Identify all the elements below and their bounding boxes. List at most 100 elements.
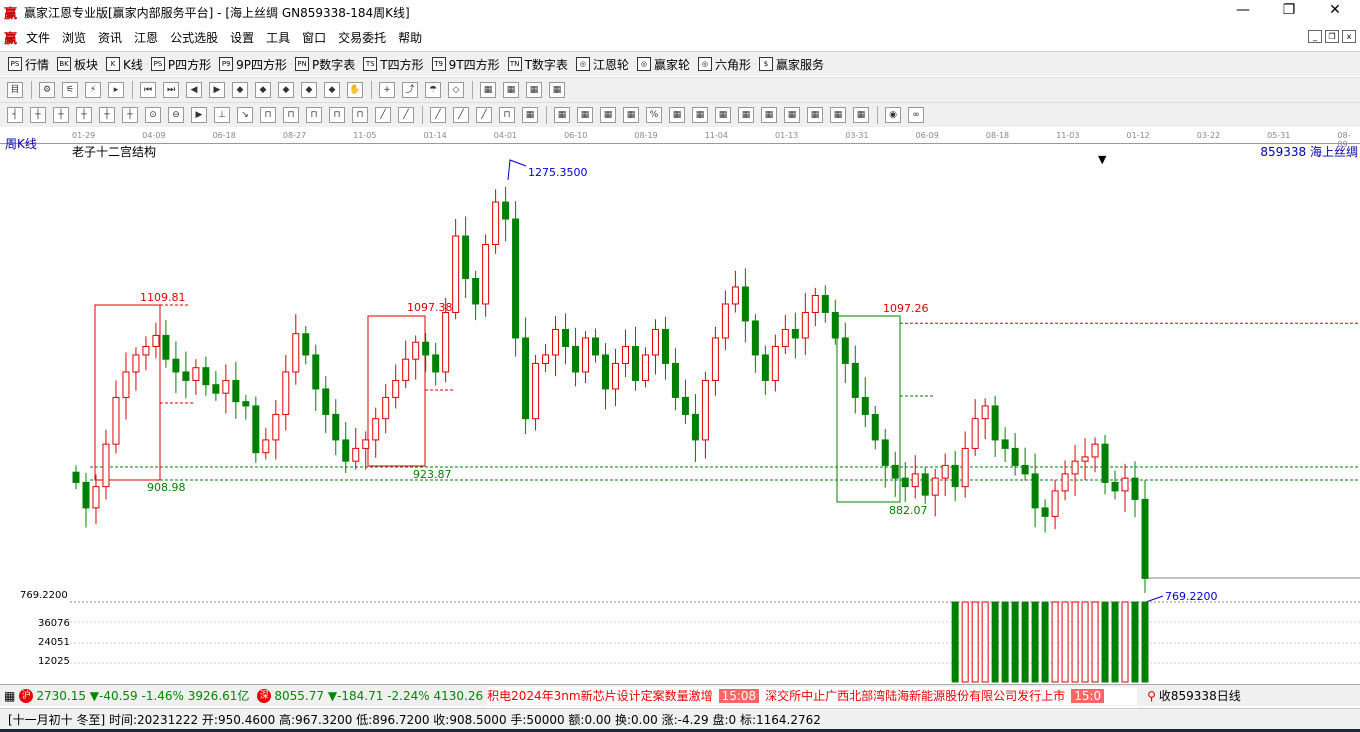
tool-icon[interactable]: ⊓ [329, 107, 345, 123]
toolbar-button[interactable]: $ 赢家服务 [758, 56, 824, 73]
tool-icon[interactable]: ▦ [669, 107, 685, 123]
tool-icon[interactable]: ▦ [784, 107, 800, 123]
tool-icon[interactable]: ▦ [526, 82, 542, 98]
tool-icon[interactable]: ▦ [480, 82, 496, 98]
tool-icon[interactable]: ┤ [7, 107, 23, 123]
tool-icon[interactable]: ⊙ [145, 107, 161, 123]
tool-icon[interactable]: ⚡ [85, 82, 101, 98]
menu-item[interactable]: 江恩 [134, 29, 158, 46]
menu-item[interactable]: 交易委托 [338, 29, 386, 46]
tool-icon[interactable]: ⊓ [352, 107, 368, 123]
tool-icon[interactable]: ☂ [425, 82, 441, 98]
tool-icon[interactable]: ▦ [715, 107, 731, 123]
tool-icon[interactable]: ⏮ [140, 82, 156, 98]
toolbar-button[interactable]: TS T四方形 [363, 56, 424, 73]
mdi-close-button[interactable]: x [1342, 30, 1356, 43]
minimize-button[interactable]: — [1228, 2, 1258, 18]
tool-icon[interactable]: ◇ [448, 82, 464, 98]
toolbar-button[interactable]: PS 行情 [8, 56, 49, 73]
tool-icon[interactable]: ╱ [453, 107, 469, 123]
tool-icon[interactable]: ▦ [623, 107, 639, 123]
tool-icon[interactable]: ╱ [375, 107, 391, 123]
toolbar-button[interactable]: PN P数字表 [295, 56, 355, 73]
tool-icon[interactable]: ▦ [807, 107, 823, 123]
menu-item[interactable]: 帮助 [398, 29, 422, 46]
tool-icon[interactable]: ◆ [232, 82, 248, 98]
mdi-minimize-button[interactable]: _ [1308, 30, 1322, 43]
news-item[interactable]: 积电2024年3nm新芯片设计定案数量激增 [487, 689, 712, 703]
menu-item[interactable]: 文件 [26, 29, 50, 46]
tool-icon[interactable]: ⊥ [214, 107, 230, 123]
menu-item[interactable]: 窗口 [302, 29, 326, 46]
toolbar-button[interactable]: TN T数字表 [507, 56, 568, 73]
tool-icon[interactable]: ⏭ [163, 82, 179, 98]
kline-chart[interactable]: 1109.81908.981097.38923.871097.26882.071… [0, 144, 1360, 684]
tool-icon[interactable]: ▦ [761, 107, 777, 123]
tool-icon[interactable]: ⊓ [283, 107, 299, 123]
tool-icon[interactable]: ⊓ [260, 107, 276, 123]
tool-icon[interactable]: ▦ [554, 107, 570, 123]
tool-icon[interactable]: ◀ [186, 82, 202, 98]
menu-item[interactable]: 公式选股 [170, 29, 218, 46]
date-tick: 08-19 [634, 131, 658, 140]
tool-icon[interactable]: ┼ [76, 107, 92, 123]
tool-icon[interactable]: ◆ [324, 82, 340, 98]
menu-item[interactable]: 浏览 [62, 29, 86, 46]
tool-icon[interactable]: ▦ [577, 107, 593, 123]
menu-item[interactable]: 设置 [230, 29, 254, 46]
tool-icon[interactable]: ∞ [908, 107, 924, 123]
tool-icon[interactable]: ▦ [600, 107, 616, 123]
toolbar-button[interactable]: BK 板块 [57, 56, 98, 73]
tool-icon[interactable]: ◆ [278, 82, 294, 98]
sz-index[interactable]: 8055.77 ▼-184.71 -2.24% 4130.26 [274, 689, 483, 703]
tool-icon[interactable]: ▦ [830, 107, 846, 123]
tool-icon[interactable]: ▶ [191, 107, 207, 123]
tool-icon[interactable]: ✋ [347, 82, 363, 98]
tool-icon[interactable]: ▦ [738, 107, 754, 123]
tool-icon[interactable]: ┼ [53, 107, 69, 123]
tool-icon[interactable]: ┼ [99, 107, 115, 123]
toolbar-button[interactable]: P9 9P四方形 [219, 56, 287, 73]
menu-item[interactable]: 资讯 [98, 29, 122, 46]
toolbar-button[interactable]: ◎ 六角形 [697, 56, 751, 73]
toolbar-icon: ◎ [636, 57, 651, 71]
tool-icon[interactable]: ⚙ [39, 82, 55, 98]
sh-index[interactable]: 2730.15 ▼-40.59 -1.46% 3926.61亿 [36, 687, 249, 704]
tool-icon[interactable]: ↘ [237, 107, 253, 123]
tool-icon[interactable]: ◆ [301, 82, 317, 98]
maximize-button[interactable]: ❐ [1274, 2, 1304, 18]
grid-icon[interactable]: ▦ [4, 689, 15, 703]
tool-icon[interactable]: % [646, 107, 662, 123]
tool-icon[interactable]: ⊓ [499, 107, 515, 123]
tool-icon[interactable]: ┼ [30, 107, 46, 123]
toolbar-button[interactable]: K K线 [106, 56, 143, 73]
tool-icon[interactable]: ╱ [476, 107, 492, 123]
toolbar-button[interactable]: ◎ 江恩轮 [575, 56, 629, 73]
toolbar-button[interactable]: PS P四方形 [150, 56, 211, 73]
tool-icon[interactable]: ▦ [503, 82, 519, 98]
news-item[interactable]: 深交所中止广西北部湾陆海新能源股份有限公司发行上市 [765, 689, 1065, 703]
tool-icon[interactable]: ▦ [853, 107, 869, 123]
tool-icon[interactable]: ▦ [522, 107, 538, 123]
close-button[interactable]: ✕ [1320, 2, 1350, 18]
tool-icon[interactable]: ▸ [108, 82, 124, 98]
tool-icon[interactable]: 目 [7, 82, 23, 98]
tool-icon[interactable]: ⊓ [306, 107, 322, 123]
tool-icon[interactable]: ╱ [398, 107, 414, 123]
tool-icon[interactable]: ▶ [209, 82, 225, 98]
menu-item[interactable]: 工具 [266, 29, 290, 46]
tool-icon[interactable]: ⚟ [62, 82, 78, 98]
toolbar-button[interactable]: ◎ 赢家轮 [636, 56, 690, 73]
tool-icon[interactable]: ⤴ [402, 82, 418, 98]
news-ticker[interactable]: 积电2024年3nm新芯片设计定案数量激增 15:08 深交所中止广西北部湾陆海新能… [487, 686, 1138, 705]
tool-icon[interactable]: ┼ [122, 107, 138, 123]
toolbar-button[interactable]: T9 9T四方形 [431, 56, 500, 73]
tool-icon[interactable]: ▦ [692, 107, 708, 123]
tool-icon[interactable]: ╱ [430, 107, 446, 123]
tool-icon[interactable]: ◉ [885, 107, 901, 123]
tool-icon[interactable]: ▦ [549, 82, 565, 98]
mdi-restore-button[interactable]: ❐ [1325, 30, 1339, 43]
tool-icon[interactable]: ⊖ [168, 107, 184, 123]
tool-icon[interactable]: ◆ [255, 82, 271, 98]
tool-icon[interactable]: + [379, 82, 395, 98]
